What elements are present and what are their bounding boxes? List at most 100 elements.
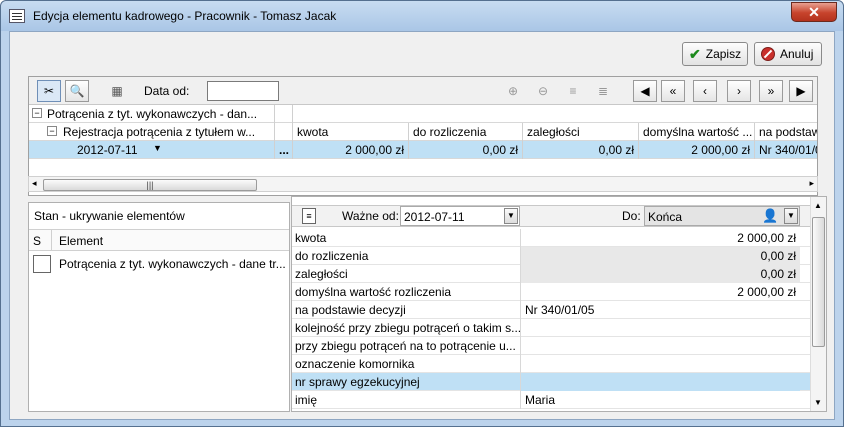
next-icon[interactable]: › <box>727 80 751 102</box>
property-row[interactable]: imię Maria <box>292 391 812 409</box>
close-button[interactable]: ✕ <box>791 2 837 22</box>
save-button[interactable]: ✔ Zapisz <box>682 42 748 66</box>
property-value[interactable]: Nr 340/01/05 <box>520 301 800 319</box>
table-row[interactable]: 2012-07-11 ▼ ... 2 000,00 zł 0,00 zł 0,0… <box>29 141 817 159</box>
list-item-label: Potrącenia z tyt. wykonawczych - dane tr… <box>59 257 286 271</box>
date-from-input[interactable] <box>207 81 279 101</box>
scroll-down-icon[interactable]: ▼ <box>814 398 822 407</box>
user-icon[interactable]: 👤 <box>762 208 778 224</box>
property-row[interactable]: przy zbiegu potrąceń na to potrącenie u.… <box>292 337 812 355</box>
property-label: przy zbiegu potrąceń na to potrącenie u.… <box>295 339 516 353</box>
property-value[interactable] <box>520 337 800 355</box>
tree-label-root: Potrącenia z tyt. wykonawczych - dan... <box>43 105 275 123</box>
collapse-icon[interactable]: − <box>47 126 57 136</box>
chevron-down-icon[interactable]: ▼ <box>504 208 518 224</box>
cancel-icon <box>761 47 775 61</box>
last-page-icon[interactable]: ▶ <box>789 80 813 102</box>
valid-from-label: Ważne od: <box>342 209 399 223</box>
property-row[interactable]: zaległości 0,00 zł <box>292 265 812 283</box>
scroll-thumb[interactable] <box>812 217 825 347</box>
row-ellipsis-button[interactable]: ... <box>275 141 293 159</box>
cancel-button[interactable]: Anuluj <box>754 42 822 66</box>
property-value[interactable]: 0,00 zł <box>520 265 800 283</box>
row-do-rozliczenia: 0,00 zł <box>409 141 523 159</box>
save-label: Zapisz <box>705 47 742 61</box>
tools-icon[interactable]: ✂ <box>37 80 61 102</box>
state-table-header: S Element <box>29 229 289 251</box>
row-zaleglosci: 0,00 zł <box>523 141 639 159</box>
property-label: nr sprawy egzekucyjnej <box>295 375 420 389</box>
scroll-thumb[interactable]: ||| <box>43 179 257 191</box>
property-value[interactable]: 2 000,00 zł <box>520 283 800 301</box>
client-area: ✔ Zapisz Anuluj ✂ 🔍 ▦ Data od: ⊕ ⊖ ≡ ≣ ◀… <box>9 31 835 420</box>
valid-to-label: Do: <box>622 209 641 223</box>
add-icon[interactable]: ⊕ <box>501 80 525 102</box>
property-label: domyślna wartość rozliczenia <box>295 285 452 299</box>
properties-toolbar: ≡ Ważne od: 2012-07-11 ▼ Do: Końca 👤 ▼ <box>292 205 812 227</box>
property-label: kwota <box>295 231 327 245</box>
property-row[interactable]: domyślna wartość rozliczenia 2 000,00 zł <box>292 283 812 301</box>
tree-label-child: Rejestracja potrącenia z tytułem w... <box>59 123 275 141</box>
tree-gap <box>275 105 293 123</box>
scroll-up-icon[interactable]: ▲ <box>814 201 822 210</box>
chevron-down-icon[interactable]: ▼ <box>784 208 798 224</box>
delete-list-icon[interactable]: ≣ <box>591 80 615 102</box>
property-value[interactable]: Maria <box>520 391 800 409</box>
remove-icon[interactable]: ⊖ <box>531 80 555 102</box>
window-title: Edycja elementu kadrowego - Pracownik - … <box>33 9 337 23</box>
checkmark-icon: ✔ <box>689 45 701 62</box>
row-podstawa: Nr 340/01/05 <box>759 143 817 157</box>
state-panel: Stan - ukrywanie elementów S Element Pot… <box>28 202 290 412</box>
row-date[interactable]: 2012-07-11 <box>73 141 165 159</box>
grid-toolbar: ✂ 🔍 ▦ Data od: ⊕ ⊖ ≡ ≣ ◀ « ‹ › » ▶ <box>29 77 817 105</box>
header-kwota[interactable]: kwota <box>293 123 409 141</box>
tree-row-root[interactable]: − Potrącenia z tyt. wykonawczych - dan..… <box>29 105 817 123</box>
tree-gap <box>275 123 293 141</box>
fast-forward-icon[interactable]: » <box>759 80 783 102</box>
app-icon <box>9 9 25 23</box>
title-bar[interactable]: Edycja elementu kadrowego - Pracownik - … <box>1 1 843 31</box>
search-icon[interactable]: 🔍 <box>65 80 89 102</box>
chevron-down-icon[interactable]: ▼ <box>153 143 162 153</box>
property-label: zaległości <box>295 267 348 281</box>
property-row[interactable]: nr sprawy egzekucyjnej <box>292 373 812 391</box>
property-row[interactable]: do rozliczenia 0,00 zł <box>292 247 812 265</box>
col-s-header[interactable]: S <box>33 234 41 248</box>
vertical-scrollbar[interactable]: ▲ ▼ <box>810 197 826 411</box>
col-element-header[interactable]: Element <box>59 234 103 248</box>
fast-back-icon[interactable]: « <box>661 80 685 102</box>
property-label: imię <box>295 393 318 407</box>
property-row[interactable]: kwota 2 000,00 zł <box>292 229 812 247</box>
row-kwota: 2 000,00 zł <box>293 141 409 159</box>
property-label: oznaczenie komornika <box>295 357 415 371</box>
col-divider <box>51 230 52 250</box>
property-value[interactable] <box>520 319 800 337</box>
row-domyslna: 2 000,00 zł <box>639 141 755 159</box>
cancel-label: Anuluj <box>780 47 814 61</box>
prev-icon[interactable]: ‹ <box>693 80 717 102</box>
property-label: na podstawie decyzji <box>295 303 406 317</box>
collapse-icon[interactable]: − <box>32 108 42 118</box>
document-icon[interactable]: ≡ <box>302 208 316 224</box>
scroll-right-icon[interactable]: ▸ <box>809 178 814 189</box>
property-value[interactable] <box>520 373 800 391</box>
horizontal-scrollbar[interactable]: ◂ ||| ▸ <box>28 176 818 192</box>
scroll-left-icon[interactable]: ◂ <box>32 178 37 189</box>
first-page-icon[interactable]: ◀ <box>633 80 657 102</box>
property-row[interactable]: na podstawie decyzji Nr 340/01/05 <box>292 301 812 319</box>
property-row[interactable]: kolejność przy zbiegu potrąceń o takim s… <box>292 319 812 337</box>
property-value[interactable]: 2 000,00 zł <box>520 229 800 247</box>
valid-from-field[interactable]: 2012-07-11 <box>400 206 520 226</box>
edit-list-icon[interactable]: ≡ <box>561 80 585 102</box>
hide-checkbox[interactable] <box>33 255 51 273</box>
property-value[interactable]: 0,00 zł <box>520 247 800 265</box>
property-row[interactable]: oznaczenie komornika <box>292 355 812 373</box>
tree-row-child[interactable]: − Rejestracja potrącenia z tytułem w... … <box>29 123 817 141</box>
list-item[interactable]: Potrącenia z tyt. wykonawczych - dane tr… <box>29 251 289 277</box>
header-domyslna[interactable]: domyślna wartość ... <box>639 123 755 141</box>
calendar-icon[interactable]: ▦ <box>105 80 129 102</box>
header-do-rozliczenia[interactable]: do rozliczenia <box>409 123 523 141</box>
property-value[interactable] <box>520 355 800 373</box>
header-podstawa[interactable]: na podstawie d <box>755 123 817 141</box>
header-zaleglosci[interactable]: zaległości <box>523 123 639 141</box>
